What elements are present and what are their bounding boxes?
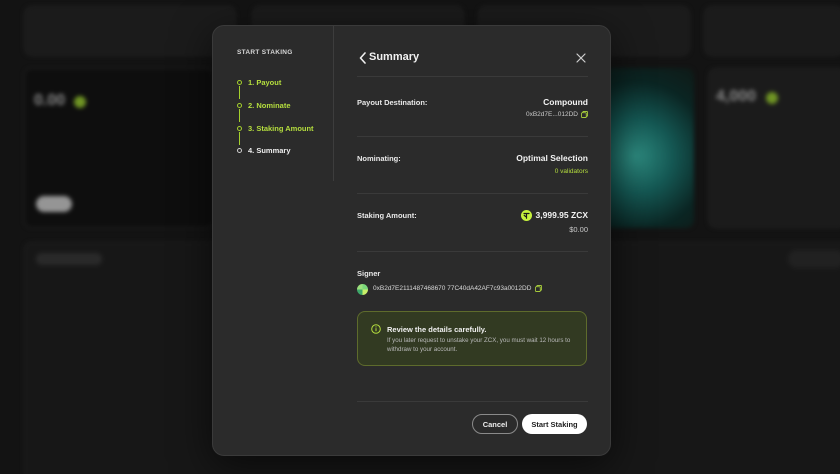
payout-label: Payout Destination:	[357, 98, 428, 107]
steps-title: START STAKING	[237, 49, 293, 56]
divider	[357, 76, 588, 77]
staking-modal: START STAKING 1. Payout 2. Nominate 3. S…	[212, 25, 611, 456]
zcx-token-icon	[520, 210, 532, 222]
step-dot-icon	[237, 102, 242, 108]
signer-label: Signer	[357, 269, 381, 278]
payout-value: Compound	[543, 97, 588, 107]
steps-panel: START STAKING 1. Payout 2. Nominate 3. S…	[213, 26, 334, 181]
signer-address-row: 0xB2d7E2111487468670 77C40dA42AF7c93a001…	[373, 285, 543, 292]
start-staking-button[interactable]: Start Staking	[522, 414, 587, 434]
divider	[357, 136, 588, 137]
cancel-button[interactable]: Cancel	[472, 414, 518, 434]
copy-icon[interactable]	[535, 285, 543, 292]
modal-header: Summary	[357, 48, 588, 68]
chevron-left-icon[interactable]	[359, 52, 367, 64]
payout-address-row: 0xB2d7E...012DD	[526, 111, 588, 118]
step-label: 3. Staking Amount	[248, 123, 314, 133]
staking-amount-row: 3,999.95 ZCX	[520, 210, 588, 222]
notice-body: If you later request to unstake your ZCX…	[387, 337, 571, 353]
staking-amount-fiat: $0.00	[569, 225, 588, 234]
step-payout[interactable]: 1. Payout	[237, 76, 281, 88]
nominating-value: Optimal Selection	[516, 153, 588, 163]
summary-content: Summary Payout Destination: Compound 0xB…	[357, 26, 588, 457]
review-notice: Review the details carefully. If you lat…	[357, 311, 587, 366]
step-dot-icon	[237, 147, 242, 153]
step-label: 4. Summary	[248, 145, 291, 155]
step-label: 2. Nominate	[248, 100, 291, 110]
nominating-label: Nominating:	[357, 154, 401, 163]
step-nominate[interactable]: 2. Nominate	[237, 99, 291, 111]
staking-amount-value: 3,999.95 ZCX	[535, 210, 588, 220]
divider	[357, 251, 588, 252]
divider	[357, 401, 588, 402]
copy-icon[interactable]	[581, 111, 588, 118]
step-dot-icon	[237, 125, 242, 131]
notice-title: Review the details carefully.	[387, 325, 487, 334]
signer-avatar	[357, 284, 368, 295]
step-dot-icon	[237, 79, 242, 85]
step-summary[interactable]: 4. Summary	[237, 144, 291, 156]
step-label: 1. Payout	[248, 77, 282, 87]
info-icon	[371, 324, 381, 334]
step-staking-amount[interactable]: 3. Staking Amount	[237, 122, 314, 134]
staking-amount-label: Staking Amount:	[357, 211, 417, 220]
divider	[357, 193, 588, 194]
close-icon[interactable]	[574, 51, 588, 65]
modal-title: Summary	[369, 51, 420, 63]
signer-address: 0xB2d7E2111487468670 77C40dA42AF7c93a001…	[373, 285, 532, 292]
nominating-validators[interactable]: 0 validators	[555, 168, 588, 175]
payout-address: 0xB2d7E...012DD	[525, 111, 578, 118]
